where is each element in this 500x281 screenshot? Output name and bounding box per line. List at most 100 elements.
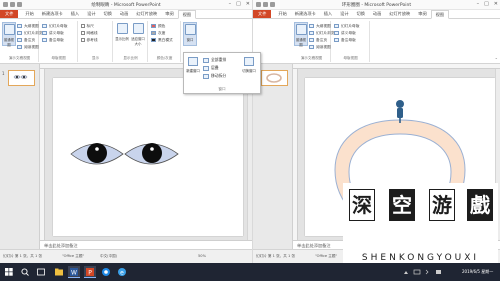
search-button[interactable]: [20, 266, 30, 278]
left-tab-view[interactable]: 视图: [177, 10, 197, 19]
new-window-button[interactable]: 新建窗口: [185, 57, 201, 73]
left-handout-master-button[interactable]: 讲义母版: [42, 30, 64, 36]
normal-view-icon: [3, 24, 15, 35]
left-pupil[interactable]: [87, 143, 107, 163]
left-slide-thumbnail[interactable]: [8, 70, 35, 86]
left-minimize-button[interactable]: –: [229, 1, 232, 7]
task-view-icon: [37, 268, 45, 276]
watermark-logo: 深 空 游 戲 SHENKONGYOUXI: [343, 183, 498, 267]
left-tab-home[interactable]: 开始: [21, 10, 37, 18]
gridlines-check-icon: [81, 31, 85, 35]
right-tab-transitions[interactable]: 切换: [353, 10, 369, 18]
right-normal-view-button[interactable]: 普通视图: [294, 22, 308, 47]
left-tab-new[interactable]: 新建选项卡: [38, 10, 67, 18]
right-handout-master-button[interactable]: 讲义母版: [334, 30, 356, 36]
left-show-group-label: 显示: [91, 56, 100, 60]
taskbar-app-word[interactable]: W: [68, 266, 80, 278]
left-reading-view-button[interactable]: 阅读视图: [17, 44, 39, 50]
left-tab-slideshow[interactable]: 幻灯片放映: [132, 10, 161, 18]
left-show-group: 标尺 网格线 参考线 显示: [79, 21, 113, 62]
left-bw-button[interactable]: 黑白模式: [151, 37, 173, 43]
system-tray[interactable]: [400, 266, 460, 278]
left-slide-master-button[interactable]: 幻灯片母版: [42, 23, 67, 29]
left-notes-master-button[interactable]: 备注母版: [42, 37, 64, 43]
watermark-subtitle: SHENKONGYOUXI: [361, 253, 480, 263]
right-sorter-view-button[interactable]: 幻灯片浏览: [309, 30, 334, 36]
left-color-group: 颜色 灰度 黑白模式 颜色/灰度: [149, 21, 181, 62]
right-tab-animations[interactable]: 动画: [369, 10, 385, 18]
black-white-icon: [151, 38, 156, 42]
right-outline-view-button[interactable]: 大纲视图: [309, 23, 331, 29]
right-tab-review[interactable]: 审阅: [414, 10, 430, 18]
left-thumb-number: 1: [2, 71, 5, 76]
arrange-all-button[interactable]: 全部重排: [203, 57, 226, 63]
left-tab-design[interactable]: 设计: [83, 10, 99, 18]
left-vertical-scrollbar[interactable]: [247, 69, 252, 240]
left-status-zoom[interactable]: 50%: [198, 254, 206, 258]
right-tab-home[interactable]: 开始: [274, 10, 290, 18]
edge-icon: e: [118, 268, 126, 276]
left-normal-view-button[interactable]: 普通视图: [2, 22, 16, 47]
left-window-dropdown-button[interactable]: 窗口: [183, 22, 197, 46]
rotate-handle-icon[interactable]: [396, 100, 404, 108]
left-notes-pane[interactable]: 单击此处添加备注: [40, 240, 252, 249]
left-slide-canvas[interactable]: [53, 78, 243, 236]
pin-stem: [399, 118, 401, 123]
left-tab-review[interactable]: 审阅: [161, 10, 177, 18]
right-notes-view-button[interactable]: 备注页: [309, 37, 327, 43]
left-color-button[interactable]: 颜色: [151, 23, 165, 29]
switch-windows-button[interactable]: 切换窗口: [239, 57, 259, 73]
search-icon: [21, 268, 29, 276]
right-pupil[interactable]: [142, 143, 162, 163]
taskbar-app-explorer[interactable]: [54, 266, 64, 278]
pin-icon[interactable]: [397, 108, 403, 118]
taskbar-app-powerpoint[interactable]: P: [84, 266, 96, 278]
right-tab-view[interactable]: 视图: [430, 10, 450, 19]
right-tab-slideshow[interactable]: 幻灯片放映: [385, 10, 414, 18]
taskbar-clock[interactable]: 2019/6/5 星期一: [462, 266, 498, 278]
left-close-button[interactable]: ✕: [246, 1, 250, 7]
left-fit-window-button[interactable]: 适应窗口大小: [131, 22, 145, 46]
guides-check-icon: [81, 38, 85, 42]
right-reading-view-button[interactable]: 阅读视图: [309, 44, 331, 50]
left-tab-animations[interactable]: 动画: [116, 10, 132, 18]
right-slide-thumbnail[interactable]: [261, 70, 288, 86]
right-tab-file[interactable]: 文件: [253, 10, 272, 18]
left-sorter-view-button[interactable]: 幻灯片浏览: [17, 30, 42, 36]
left-notes-view-button[interactable]: 备注页: [17, 37, 35, 43]
browser-icon: [102, 268, 110, 276]
right-maximize-button[interactable]: □: [484, 1, 489, 7]
left-maximize-button[interactable]: □: [236, 1, 241, 7]
right-tab-new[interactable]: 新建选项卡: [291, 10, 320, 18]
left-grayscale-button[interactable]: 灰度: [151, 30, 165, 36]
right-minimize-button[interactable]: –: [477, 1, 480, 7]
eyes-drawing: [70, 143, 179, 165]
taskbar-app-edge[interactable]: e: [116, 266, 128, 278]
left-tab-transitions[interactable]: 切换: [100, 10, 116, 18]
left-zoom-button[interactable]: 显示比例: [115, 22, 129, 46]
right-close-button[interactable]: ✕: [494, 1, 498, 7]
left-ribbon-tabs: 文件 开始 新建选项卡 插入 设计 切换 动画 幻灯片放映 审阅 视图: [0, 10, 252, 19]
right-notes-master-button[interactable]: 备注母版: [334, 37, 356, 43]
left-tab-insert[interactable]: 插入: [67, 10, 83, 18]
windows-taskbar: W P e 2019/6/5 星期一: [0, 263, 500, 281]
left-gridlines-checkbox[interactable]: 网格线: [81, 30, 98, 36]
left-guides-checkbox[interactable]: 参考线: [81, 37, 98, 43]
right-tab-insert[interactable]: 插入: [320, 10, 336, 18]
left-status-theme: "Office 主题": [62, 254, 85, 258]
right-master-group: 幻灯片母版 讲义母版 备注母版 母版视图: [332, 21, 370, 62]
left-tab-file[interactable]: 文件: [0, 10, 19, 18]
left-title-bar: 绘制眼睛 - Microsoft PowerPoint – □ ✕: [0, 0, 252, 10]
left-outline-view-button[interactable]: 大纲视图: [17, 23, 39, 29]
taskbar-app-browser[interactable]: [100, 266, 112, 278]
right-slide-master-button[interactable]: 幻灯片母版: [334, 23, 359, 29]
task-view-button[interactable]: [36, 266, 46, 278]
left-ruler-checkbox[interactable]: 标尺: [81, 23, 94, 29]
move-split-button[interactable]: 移动拆分: [203, 73, 226, 79]
right-tab-design[interactable]: 设计: [336, 10, 352, 18]
start-button[interactable]: [4, 266, 14, 278]
right-collapse-ribbon-icon[interactable]: ⌃: [495, 57, 498, 62]
svg-text:W: W: [71, 269, 77, 276]
outline-icon: [309, 24, 314, 28]
cascade-button[interactable]: 层叠: [203, 65, 219, 71]
